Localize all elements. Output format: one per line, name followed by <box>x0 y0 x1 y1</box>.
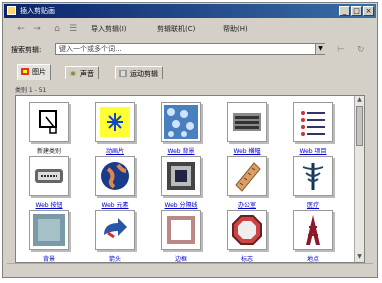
scroll-up-icon[interactable]: ▲ <box>355 96 364 105</box>
clip-grid: 新建类别 动画片 Web 背景 Web 横幅 Web 项目 Web 按钮 Web… <box>15 95 365 263</box>
clip-label: 地点 <box>306 256 319 263</box>
clip-item[interactable]: 地点 <box>286 210 340 263</box>
clip-label: 标志 <box>240 256 253 263</box>
close-button[interactable]: × <box>363 6 374 16</box>
search-dropdown-button[interactable]: ▼ <box>315 44 325 54</box>
border-icon <box>167 216 195 244</box>
clip-label: Web 项目 <box>299 148 327 155</box>
clip-art-window: 插入剪贴画 _ □ × ← → ⌂ ☰ 导入剪辑(I) 剪辑联机(C) 帮助(H… <box>2 2 378 278</box>
forward-button[interactable]: → <box>31 23 43 35</box>
help-button[interactable]: 帮助(H) <box>223 24 248 34</box>
window-title: 插入剪贴画 <box>20 7 55 15</box>
maximize-button[interactable]: □ <box>351 6 362 16</box>
category-count: 类别 1 - 51 <box>15 87 47 94</box>
title-bar: 插入剪贴画 _ □ × <box>4 4 376 18</box>
scroll-thumb[interactable] <box>356 106 363 146</box>
clip-item[interactable]: Web 横幅 <box>220 102 274 160</box>
list-icon <box>301 111 325 136</box>
caduceus-icon <box>302 163 324 190</box>
tab-label: 图片 <box>32 68 46 76</box>
clip-item[interactable]: 医疗 <box>286 156 340 214</box>
clip-label: 动画片 <box>105 148 124 155</box>
list-view-icon[interactable]: ☰ <box>67 23 79 35</box>
app-icon <box>7 6 16 15</box>
clip-label: 边框 <box>174 256 187 263</box>
clip-label: Web 元素 <box>101 202 129 209</box>
texture-icon <box>33 214 65 246</box>
clip-label: 办公室 <box>237 202 256 209</box>
clip-item[interactable]: Web 分隔线 <box>154 156 208 214</box>
banner-icon <box>233 113 261 131</box>
frame-icon <box>167 162 195 190</box>
vertical-scrollbar[interactable]: ▲ ▼ <box>354 96 364 262</box>
bubbles-icon <box>164 105 198 139</box>
clip-item[interactable]: 新建类别 <box>22 102 76 160</box>
star-icon <box>100 107 130 137</box>
pin-icon[interactable]: ⊢ <box>337 45 345 55</box>
back-button[interactable]: ← <box>15 23 27 35</box>
clips-online-button[interactable]: 剪辑联机(C) <box>157 24 195 34</box>
globe-icon <box>101 162 129 190</box>
clip-item[interactable]: 办公室 <box>220 156 274 214</box>
clip-item[interactable]: Web 元素 <box>88 156 142 214</box>
film-icon <box>119 70 127 77</box>
status-bar <box>7 263 373 274</box>
search-input[interactable]: 键入一个或多个词... <box>55 43 325 55</box>
ruler-icon <box>235 162 261 192</box>
sign-icon <box>232 215 262 245</box>
clip-item[interactable]: Web 背景 <box>154 102 208 160</box>
home-icon[interactable]: ⌂ <box>51 23 63 35</box>
import-clips-button[interactable]: 导入剪辑(I) <box>91 24 127 34</box>
clip-item[interactable]: 背景 <box>22 210 76 263</box>
button-icon <box>35 169 63 183</box>
sound-icon <box>69 71 77 76</box>
picture-icon <box>21 68 29 75</box>
clip-label: Web 分隔线 <box>164 202 198 209</box>
clip-label: Web 横幅 <box>233 148 261 155</box>
category-tabs: 图片 声音 运动剪辑 <box>17 64 369 80</box>
refresh-icon[interactable]: ↻ <box>357 45 365 55</box>
tab-label: 运动剪辑 <box>130 70 158 78</box>
clip-label: 箭头 <box>108 256 121 263</box>
tab-label: 声音 <box>80 70 94 78</box>
clip-item[interactable]: 标志 <box>220 210 274 263</box>
search-row: 搜索剪辑: 键入一个或多个词... ▼ ⊢ ↻ <box>7 41 373 57</box>
tab-motion-clips[interactable]: 运动剪辑 <box>115 66 163 79</box>
clip-label: Web 背景 <box>167 148 195 155</box>
clip-item[interactable]: Web 项目 <box>286 102 340 160</box>
minimize-button[interactable]: _ <box>339 6 350 16</box>
clip-label: 医疗 <box>306 202 319 209</box>
clip-label: 新建类别 <box>36 148 61 155</box>
arrow-icon <box>104 218 127 239</box>
tab-sounds[interactable]: 声音 <box>65 66 99 79</box>
tower-icon <box>306 215 320 245</box>
scroll-down-icon[interactable]: ▼ <box>355 253 364 262</box>
toolbar: ← → ⌂ ☰ 导入剪辑(I) 剪辑联机(C) 帮助(H) <box>7 21 373 39</box>
new-category-icon <box>39 110 57 134</box>
clip-item[interactable]: Web 按钮 <box>22 156 76 214</box>
clip-item[interactable]: 箭头 <box>88 210 142 263</box>
clip-label: Web 按钮 <box>35 202 63 209</box>
search-label: 搜索剪辑: <box>11 46 42 54</box>
clip-label: 背景 <box>42 256 55 263</box>
clip-item[interactable]: 动画片 <box>88 102 142 160</box>
tab-pictures[interactable]: 图片 <box>17 64 51 80</box>
clip-item[interactable]: 边框 <box>154 210 208 263</box>
